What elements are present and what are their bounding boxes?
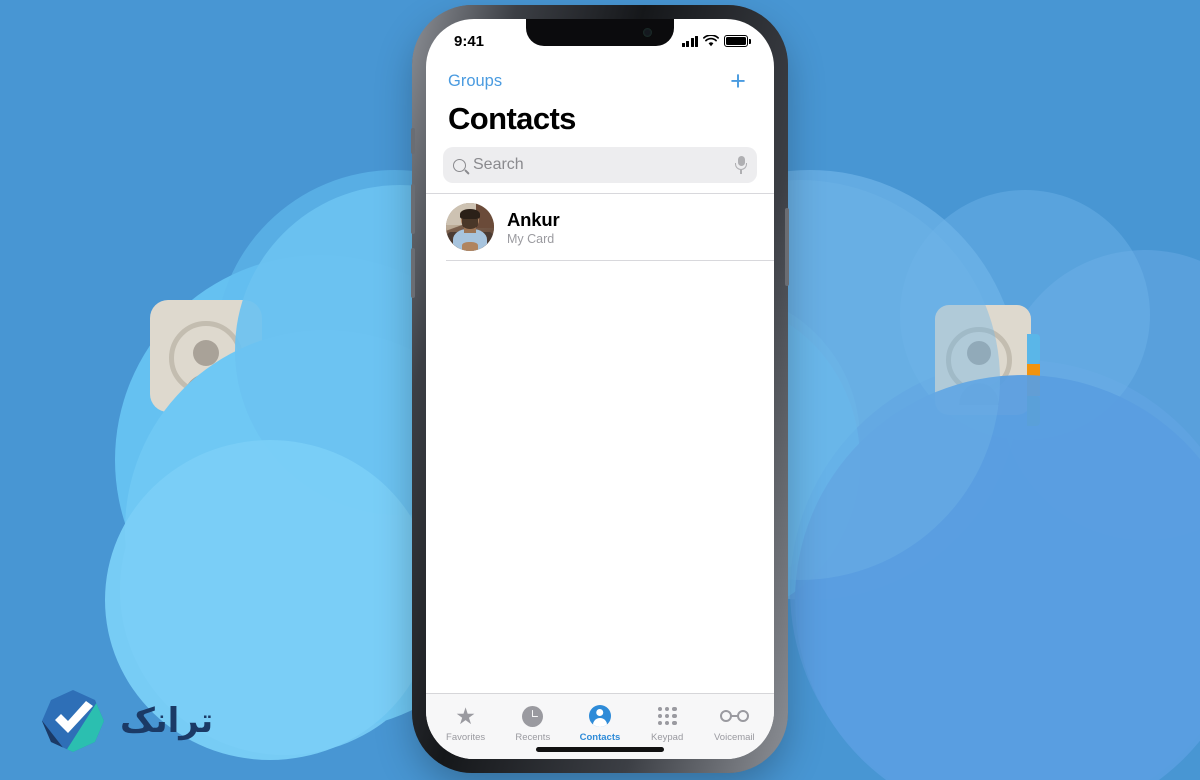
person-icon: [588, 705, 611, 728]
card-person-head: [193, 340, 219, 367]
tab-favorites[interactable]: ★ Favorites: [433, 702, 499, 743]
plus-icon[interactable]: +: [724, 67, 752, 95]
search-placeholder: Search: [473, 156, 524, 173]
brand-logo: ترانک: [40, 688, 213, 754]
battery-full-icon: [724, 35, 751, 47]
power-button[interactable]: [785, 208, 789, 286]
silent-switch-button[interactable]: [411, 128, 415, 154]
tab-contacts[interactable]: Contacts: [567, 705, 633, 743]
brand-name: ترانک: [120, 701, 214, 741]
avatar: [446, 203, 494, 251]
clock-icon: [522, 705, 544, 728]
home-indicator-bar[interactable]: [536, 747, 664, 752]
tab-recents[interactable]: Recents: [500, 705, 566, 743]
phone-screen: 9:41 Groups + Contacts Search Ankur My C…: [426, 19, 774, 759]
tab-orange-icon: [1027, 363, 1040, 396]
contact-card-icon: [150, 300, 262, 412]
cellular-signal-icon: [681, 35, 698, 47]
status-indicators: [681, 35, 751, 47]
check-badge-icon: [40, 688, 106, 754]
tab-label: Recents: [515, 731, 551, 743]
tab-label: Keypad: [651, 731, 684, 743]
list-divider: [446, 260, 774, 261]
keypad-icon: [657, 705, 677, 728]
volume-up-button[interactable]: [411, 184, 415, 234]
card-color-tabs: [1027, 333, 1040, 426]
volume-down-button[interactable]: [411, 248, 415, 298]
star-icon: ★: [455, 702, 476, 729]
device-notch: [526, 19, 674, 46]
wifi-icon: [703, 35, 719, 47]
search-icon: [453, 158, 466, 172]
page-title: Contacts: [448, 101, 576, 136]
tab-keypad[interactable]: Keypad: [634, 705, 700, 743]
navigation-bar: Groups +: [426, 63, 774, 97]
contact-name: Ankur: [507, 208, 560, 230]
microphone-icon[interactable]: [735, 156, 747, 174]
tab-label: Contacts: [579, 731, 621, 743]
tab-label: Favorites: [446, 731, 486, 743]
contact-subtitle: My Card: [507, 231, 555, 246]
contacts-app-icon: [935, 305, 1040, 426]
search-input[interactable]: Search: [443, 147, 757, 183]
status-time: 9:41: [454, 32, 485, 50]
card-person-head: [967, 341, 992, 366]
groups-button[interactable]: Groups: [448, 72, 502, 91]
tab-green-icon: [1027, 395, 1040, 426]
front-camera-icon: [643, 28, 652, 37]
list-item[interactable]: Ankur My Card: [426, 194, 774, 260]
tab-label: Voicemail: [714, 731, 755, 743]
contacts-list: Ankur My Card: [426, 194, 774, 693]
search-container: Search: [426, 147, 774, 193]
voicemail-icon: [719, 705, 749, 728]
contact-info: Ankur My Card: [507, 208, 560, 246]
tab-blue-icon: [1027, 333, 1040, 364]
iphone-device-frame: 9:41 Groups + Contacts Search Ankur My C…: [411, 5, 789, 773]
tab-voicemail[interactable]: Voicemail: [701, 705, 767, 743]
